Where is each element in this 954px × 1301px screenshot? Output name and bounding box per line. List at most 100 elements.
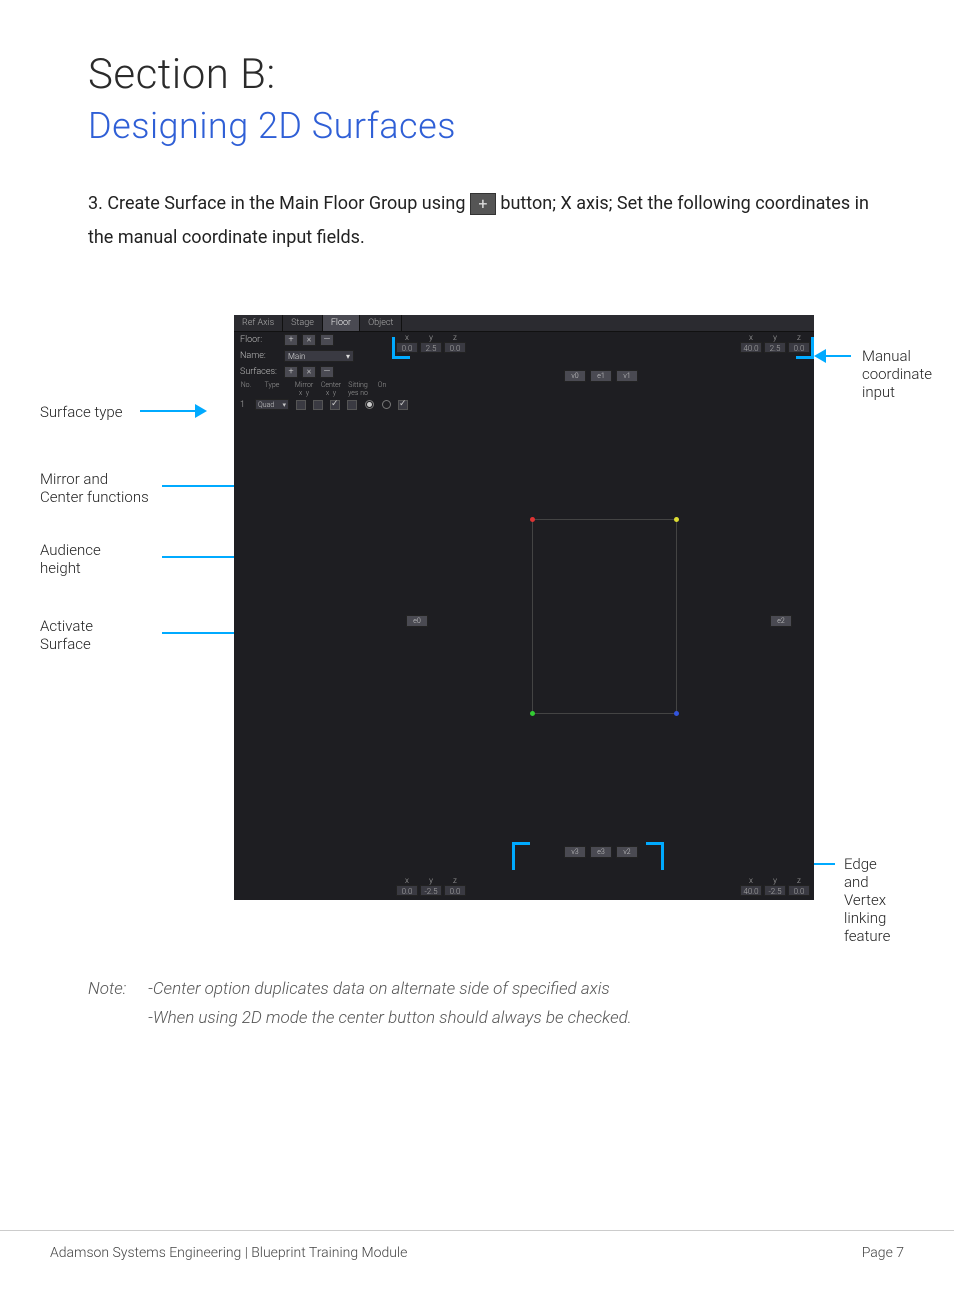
anno-audience-height: Audience height <box>40 541 101 577</box>
coord-input[interactable]: 2.5 <box>420 342 442 353</box>
v0-button[interactable]: v0 <box>564 370 586 382</box>
diagram: Surface type Mirror and Center functions… <box>50 315 904 935</box>
app-window: Ref Axis Stage Floor Object Floor: + × —… <box>234 315 814 900</box>
coord-input[interactable]: 0.0 <box>788 885 810 896</box>
vertex-dot <box>530 711 535 716</box>
chevron-down-icon: ▾ <box>282 401 286 409</box>
name-select[interactable]: Main ▾ <box>284 350 354 362</box>
floor-remove-button[interactable]: × <box>302 334 316 346</box>
anno-surface-type: Surface type <box>40 403 123 421</box>
e0-button[interactable]: e0 <box>406 615 428 627</box>
note-block: Note: -Center option duplicates data on … <box>88 975 904 1033</box>
v2-button[interactable]: v2 <box>616 846 638 858</box>
tab-stage[interactable]: Stage <box>283 315 323 331</box>
hdr-mirror: Mirror <box>292 381 316 389</box>
sub-no: no <box>360 389 368 397</box>
hdr-center: Center <box>319 381 343 389</box>
chevron-down-icon: ▾ <box>346 352 350 361</box>
step-number: 3. <box>88 193 103 214</box>
mirror-x-checkbox[interactable] <box>296 400 306 410</box>
tab-floor[interactable]: Floor <box>323 315 360 331</box>
on-checkbox[interactable] <box>398 400 408 410</box>
footer-left: Adamson Systems Engineering | Blueprint … <box>50 1245 407 1261</box>
sitting-no-radio[interactable] <box>382 400 391 409</box>
surface-quad <box>532 519 677 714</box>
center-y-checkbox[interactable] <box>347 400 357 410</box>
tab-bar: Ref Axis Stage Floor Object <box>234 315 814 332</box>
floor-label: Floor: <box>240 335 280 345</box>
v3-button[interactable]: v3 <box>564 846 586 858</box>
anno-mirror-center: Mirror and Center functions <box>40 470 149 506</box>
v1-button[interactable]: v1 <box>616 370 638 382</box>
surfaces-add-button[interactable]: + <box>284 366 298 378</box>
section-subtitle: Designing 2D Surfaces <box>88 105 904 147</box>
name-value: Main <box>288 352 305 361</box>
vertex-dot <box>530 517 535 522</box>
anno-edge-vertex: Edge and Vertex linking feature <box>844 855 904 945</box>
surfaces-remove-button[interactable]: × <box>302 366 316 378</box>
vbtns-top: v0 e1 v1 <box>564 370 638 382</box>
row-idx: 1 <box>240 400 252 410</box>
surface-type-value: Quad <box>258 401 274 409</box>
anno-activate-surface: Activate Surface <box>40 617 93 653</box>
coord-bottom-right: xyz 40.0 -2.5 0.0 <box>740 876 810 896</box>
arrow-left-icon <box>812 349 826 363</box>
coord-input[interactable]: 0.0 <box>444 885 466 896</box>
coord-input[interactable]: 40.0 <box>740 885 762 896</box>
surface-subheaders: x y x y yes no <box>234 388 814 398</box>
arrow-line <box>140 410 195 412</box>
bracket-icon <box>512 842 530 870</box>
sub-yes: yes <box>348 389 358 397</box>
sub-y: y <box>333 389 336 397</box>
coord-top-right: xyz 40.0 2.5 0.0 <box>740 333 810 353</box>
floor-add-button[interactable]: + <box>284 334 298 346</box>
name-label: Name: <box>240 351 280 361</box>
note-line-1: -Center option duplicates data on altern… <box>148 979 610 999</box>
arrow-right-icon <box>195 404 209 418</box>
step-text: 3. Create Surface in the Main Floor Grou… <box>88 187 874 255</box>
vertex-dot <box>674 517 679 522</box>
page-footer: Adamson Systems Engineering | Blueprint … <box>0 1230 954 1301</box>
coord-bottom-left: xyz 0.0 -2.5 0.0 <box>396 876 466 896</box>
mirror-y-checkbox[interactable] <box>313 400 323 410</box>
hdr-type: Type <box>255 381 289 389</box>
step-text-a: Create Surface in the Main Floor Group u… <box>107 193 465 214</box>
coord-input[interactable]: 0.0 <box>396 342 418 353</box>
vbtns-bottom: v3 e3 v2 <box>564 846 638 858</box>
hdr-no: No. <box>240 381 252 389</box>
center-x-checkbox[interactable] <box>330 400 340 410</box>
coord-input[interactable]: -2.5 <box>420 885 442 896</box>
coord-input[interactable]: 0.0 <box>788 342 810 353</box>
vertex-dot <box>674 711 679 716</box>
note-line-2: -When using 2D mode the center button sh… <box>148 1008 632 1028</box>
sub-x: x <box>326 389 329 397</box>
sub-x: x <box>299 389 302 397</box>
coord-input[interactable]: -2.5 <box>764 885 786 896</box>
coord-input[interactable]: 0.0 <box>396 885 418 896</box>
arrow-line <box>823 355 851 357</box>
hdr-on: On <box>373 381 391 389</box>
coord-input[interactable]: 2.5 <box>764 342 786 353</box>
hdr-sitting: Sitting <box>346 381 370 389</box>
note-label: Note: <box>88 975 144 1004</box>
tab-object[interactable]: Object <box>360 315 402 331</box>
e2-button[interactable]: e2 <box>770 615 792 627</box>
anno-manual-coord: Manual coordinate input <box>862 347 932 401</box>
section-title: Section B: <box>88 50 904 99</box>
e1-button[interactable]: e1 <box>590 370 612 382</box>
floor-more-button[interactable]: — <box>320 334 334 346</box>
e3-button[interactable]: e3 <box>590 846 612 858</box>
surface-row-1: 1 Quad ▾ <box>234 398 814 411</box>
coord-top-left: xyz 0.0 2.5 0.0 <box>396 333 466 353</box>
plus-icon-inline: + <box>470 193 496 215</box>
bracket-icon <box>646 842 664 870</box>
sitting-yes-radio[interactable] <box>365 400 374 409</box>
sub-y: y <box>306 389 309 397</box>
coord-input[interactable]: 40.0 <box>740 342 762 353</box>
tab-refaxis[interactable]: Ref Axis <box>234 315 283 331</box>
footer-right: Page 7 <box>862 1245 904 1261</box>
coord-input[interactable]: 0.0 <box>444 342 466 353</box>
surfaces-more-button[interactable]: — <box>320 366 334 378</box>
surfaces-label: Surfaces: <box>240 367 280 377</box>
surface-type-select[interactable]: Quad ▾ <box>255 399 289 410</box>
